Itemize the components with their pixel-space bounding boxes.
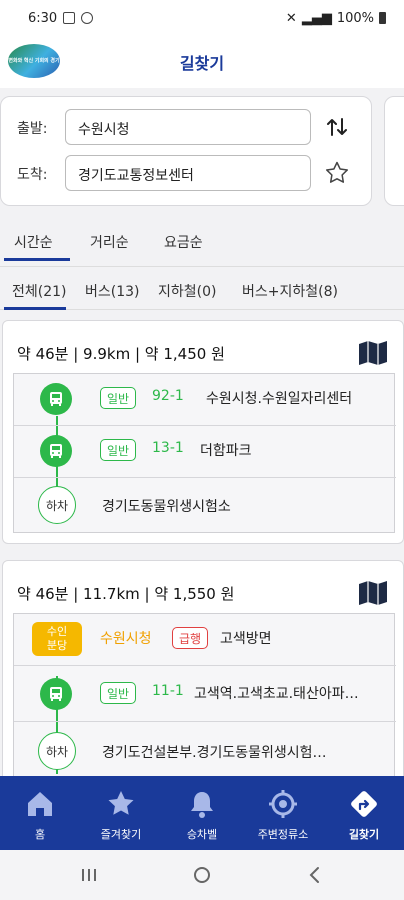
- nav-label: 승차벨: [186, 828, 218, 841]
- bus-type-badge: 일반: [100, 387, 137, 409]
- route-card[interactable]: 약 46분 | 11.7km | 약 1,550 원 수인 분당 수원시청 급행…: [2, 560, 404, 790]
- destination-label: 도착:: [17, 167, 48, 183]
- app-header: 변화와 혁신 기회의 경기 길찾기: [0, 36, 404, 88]
- origin-label: 출발:: [17, 121, 48, 137]
- system-nav-bar: [0, 850, 404, 900]
- nav-bell[interactable]: 승차벨: [162, 776, 242, 850]
- destination-row: 도착: 경기도교통정보센터: [1, 155, 373, 191]
- filter-tabs: 전체(21) 버스(13) 지하철(0) 버스+지하철(8): [0, 266, 404, 310]
- nav-label: 즐겨찾기: [100, 828, 142, 841]
- stop-name: 더함파크: [200, 443, 252, 459]
- alight-marker: 하차: [38, 732, 76, 770]
- bus-icon: [40, 678, 72, 710]
- route-summary: 약 46분 | 11.7km | 약 1,550 원: [17, 585, 235, 603]
- tab-filter-subway[interactable]: 지하철(0): [158, 281, 216, 301]
- origin-input[interactable]: 수원시청: [65, 109, 311, 145]
- recent-apps-icon[interactable]: [80, 867, 98, 883]
- route-step[interactable]: 하차 경기도동물위생시험소: [14, 478, 396, 534]
- tab-filter-all[interactable]: 전체(21): [12, 281, 67, 301]
- battery-icon: [379, 12, 386, 24]
- location-icon: [269, 790, 297, 818]
- tab-sort-fare[interactable]: 요금순: [164, 232, 203, 252]
- route-search-card: 출발: 수원시청 도착: 경기도교통정보센터: [0, 96, 372, 206]
- route-step[interactable]: 하차 경기도건설본부.경기도동물위생시험…: [14, 722, 396, 780]
- sort-tab-indicator: [4, 258, 70, 261]
- bell-icon: [191, 792, 213, 818]
- nav-directions[interactable]: 길찾기: [324, 776, 404, 850]
- express-badge: 급행: [172, 627, 209, 649]
- app-icon: [81, 12, 94, 24]
- favorite-star-icon[interactable]: [323, 159, 351, 187]
- origin-row: 출발: 수원시청: [1, 109, 373, 145]
- map-icon[interactable]: [357, 339, 389, 367]
- nav-nearby-stops[interactable]: 주변정류소: [243, 776, 323, 850]
- subway-line-badge: 수인 분당: [32, 622, 82, 656]
- home-circle-icon[interactable]: [193, 866, 211, 884]
- sort-tabs: 시간순 거리순 요금순: [0, 222, 404, 262]
- battery-text: 100%: [336, 10, 374, 26]
- home-icon: [28, 792, 52, 816]
- stop-name: 경기도건설본부.경기도동물위생시험…: [102, 745, 327, 761]
- filter-tab-indicator: [4, 307, 66, 310]
- star-icon: [108, 791, 134, 815]
- route-step[interactable]: 일반 11-1 고색역.고색초교.태산아파…: [14, 666, 396, 722]
- destination-input[interactable]: 경기도교통정보센터: [65, 155, 311, 191]
- stop-name: 고색역.고색초교.태산아파…: [194, 686, 359, 702]
- bottom-nav: 홈 즐겨찾기 승차벨 주변정류소 길찾기: [0, 776, 404, 850]
- page-title: 길찾기: [179, 54, 225, 73]
- side-card-peek[interactable]: [384, 96, 404, 206]
- bus-route-number: 13-1: [152, 440, 184, 456]
- nav-label: 길찾기: [348, 828, 380, 841]
- bus-route-number: 11-1: [152, 683, 184, 699]
- tab-sort-distance[interactable]: 거리순: [90, 232, 129, 252]
- back-icon[interactable]: [308, 866, 322, 884]
- bus-icon: [40, 435, 72, 467]
- bus-route-number: 92-1: [152, 388, 184, 404]
- status-time: 6:30: [28, 10, 58, 26]
- route-summary: 약 46분 | 9.9km | 약 1,450 원: [17, 345, 225, 363]
- nav-home[interactable]: 홈: [0, 776, 80, 850]
- bus-type-badge: 일반: [100, 682, 137, 704]
- stop-name: 경기도동물위생시험소: [102, 499, 231, 515]
- nav-favorites[interactable]: 즐겨찾기: [81, 776, 161, 850]
- route-step[interactable]: 일반 13-1 더함파크: [14, 426, 396, 478]
- mute-icon: ✕: [285, 10, 297, 26]
- route-card[interactable]: 약 46분 | 9.9km | 약 1,450 원 일반 92-1 수원시청.수…: [2, 320, 404, 544]
- nav-label: 홈: [34, 828, 46, 841]
- route-steps: 수인 분당 수원시청 급행 고색방면 일반 11-1 고색역.고색초교.태산아파…: [13, 613, 396, 780]
- tab-sort-time[interactable]: 시간순: [14, 232, 53, 252]
- direction-text: 고색방면: [220, 631, 272, 647]
- directions-icon: [351, 791, 377, 817]
- tab-filter-bus-subway[interactable]: 버스+지하철(8): [242, 281, 338, 301]
- swap-icon[interactable]: [325, 115, 349, 139]
- route-step[interactable]: 일반 92-1 수원시청.수원일자리센터: [14, 374, 396, 426]
- tab-filter-bus[interactable]: 버스(13): [85, 281, 140, 301]
- status-bar: 6:30 ✕ ▂▄▆ 100%: [0, 0, 404, 36]
- route-step[interactable]: 수인 분당 수원시청 급행 고색방면: [14, 614, 396, 666]
- nav-label: 주변정류소: [257, 828, 309, 841]
- stop-name: 수원시청.수원일자리센터: [206, 391, 353, 407]
- signal-icon: ▂▄▆: [301, 10, 332, 26]
- station-name: 수원시청: [100, 631, 152, 647]
- alight-marker: 하차: [38, 486, 76, 524]
- map-icon[interactable]: [357, 579, 389, 607]
- bus-type-badge: 일반: [100, 439, 137, 461]
- bus-icon: [40, 383, 72, 415]
- image-icon: [63, 12, 76, 24]
- route-steps: 일반 92-1 수원시청.수원일자리센터 일반 13-1 더함파크 하차 경기도…: [13, 373, 396, 534]
